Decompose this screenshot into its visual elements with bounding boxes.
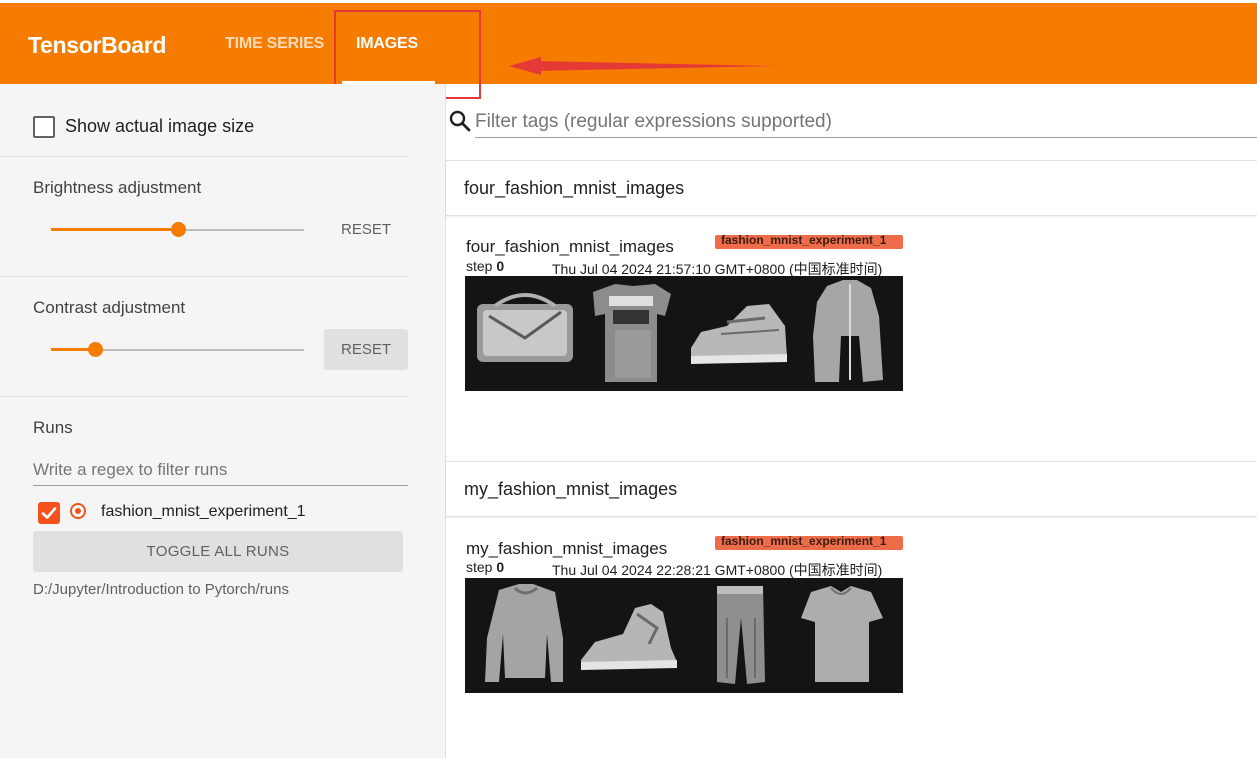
sidebar: Show actual image size Brightness adjust… xyxy=(0,84,446,758)
fashion-image-tshirt xyxy=(593,284,671,382)
search-icon xyxy=(449,110,471,132)
brightness-reset-button[interactable]: RESET xyxy=(324,209,408,250)
checkmark-icon xyxy=(41,507,57,519)
image-card-title: my_fashion_mnist_images xyxy=(466,539,668,558)
image-grid[interactable] xyxy=(465,276,903,391)
app-brand[interactable]: TensorBoard xyxy=(28,32,166,59)
run-checkbox[interactable] xyxy=(38,502,60,524)
tag-filter-input[interactable] xyxy=(475,106,1257,138)
fashion-image-sneaker xyxy=(691,304,787,364)
tag-group-title: four_fashion_mnist_images xyxy=(464,178,685,198)
fashion-image-sneaker xyxy=(581,604,677,670)
fashion-image-tshirt xyxy=(801,586,883,682)
image-card-title: four_fashion_mnist_images xyxy=(466,237,674,256)
run-color-radio[interactable] xyxy=(70,503,86,519)
contrast-label: Contrast adjustment xyxy=(33,298,186,317)
image-grid[interactable] xyxy=(465,578,903,693)
fashion-image-coat xyxy=(813,280,883,382)
tag-group-header[interactable]: four_fashion_mnist_images xyxy=(446,160,1257,216)
sidebar-divider xyxy=(0,396,408,397)
brightness-slider-fill xyxy=(51,228,179,231)
tag-group-title: my_fashion_mnist_images xyxy=(464,479,678,499)
toggle-all-runs-button[interactable]: TOGGLE ALL RUNS xyxy=(33,531,403,572)
run-name: fashion_mnist_experiment_1 xyxy=(101,503,306,520)
run-chip: fashion_mnist_experiment_1 xyxy=(715,536,903,550)
step-indicator: step 0 xyxy=(466,258,505,274)
tab-images[interactable]: IMAGES xyxy=(356,35,418,53)
brightness-slider-thumb[interactable] xyxy=(171,222,186,237)
contrast-slider-thumb[interactable] xyxy=(88,342,103,357)
logdir-path: D:/Jupyter/Introduction to Pytorch/runs xyxy=(33,581,289,598)
run-chip: fashion_mnist_experiment_1 xyxy=(715,235,903,249)
runs-filter-input[interactable] xyxy=(33,454,408,486)
sidebar-divider xyxy=(0,276,408,277)
fashion-image-pullover xyxy=(485,584,563,682)
brightness-label: Brightness adjustment xyxy=(33,178,202,197)
image-timestamp: Thu Jul 04 2024 22:28:21 GMT+0800 (中国标准时… xyxy=(552,562,883,578)
annotation-arrow-icon xyxy=(509,57,777,75)
fashion-image-trouser xyxy=(717,586,765,684)
show-actual-size-label: Show actual image size xyxy=(65,116,255,136)
fashion-image-bag xyxy=(477,293,573,362)
step-indicator: step 0 xyxy=(466,559,505,575)
show-actual-size-checkbox[interactable] xyxy=(33,116,55,138)
tag-group-header[interactable]: my_fashion_mnist_images xyxy=(446,461,1257,517)
tab-time-series[interactable]: TIME SERIES xyxy=(225,35,324,53)
sidebar-divider xyxy=(0,156,408,157)
runs-title: Runs xyxy=(33,418,73,437)
contrast-reset-button[interactable]: RESET xyxy=(324,329,408,370)
